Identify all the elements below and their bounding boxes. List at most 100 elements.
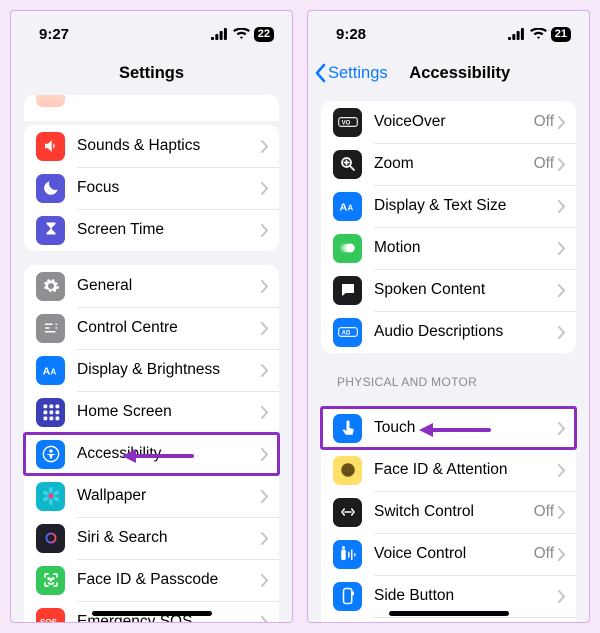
voice-icon (333, 540, 362, 569)
chevron-right-icon (558, 326, 566, 339)
vo-icon: VO (333, 108, 362, 137)
row-label: Siri & Search (65, 529, 261, 547)
row-label: Sounds & Haptics (65, 137, 261, 155)
chevron-right-icon (558, 590, 566, 603)
person-circle-icon (36, 440, 65, 469)
row-label: Display & Brightness (65, 361, 261, 379)
chevron-right-icon (261, 616, 269, 623)
settings-group: General Control Centre AA Display & Brig… (24, 265, 279, 622)
row-label: Face ID & Attention (362, 461, 558, 479)
prev-group-peek (24, 95, 279, 121)
nav-bar: Settings (11, 51, 292, 95)
row-label: Voice Control (362, 545, 534, 563)
cellular-signal-icon (508, 28, 526, 40)
row-faceidpass[interactable]: Face ID & Passcode (24, 559, 279, 601)
chevron-right-icon (261, 280, 269, 293)
row-value: Off (534, 503, 558, 521)
chevron-right-icon (261, 322, 269, 335)
row-faceatt[interactable]: Face ID & Attention (321, 449, 576, 491)
row-siri[interactable]: Siri & Search (24, 517, 279, 559)
gear-icon (36, 272, 65, 301)
motion-icon (333, 234, 362, 263)
row-label: Accessibility (65, 445, 261, 463)
clock-time: 9:28 (336, 26, 366, 43)
chevron-right-icon (261, 532, 269, 545)
chevron-right-icon (261, 448, 269, 461)
row-general[interactable]: General (24, 265, 279, 307)
wifi-icon (233, 28, 250, 40)
sliders-icon (36, 314, 65, 343)
cellular-signal-icon (211, 28, 229, 40)
row-label: Wallpaper (65, 487, 261, 505)
row-label: Focus (65, 179, 261, 197)
chevron-right-icon (558, 116, 566, 129)
scroll-area[interactable]: VO VoiceOver Off Zoom Off AA Display & T… (308, 95, 589, 622)
wifi-icon (530, 28, 547, 40)
phone-accessibility: 9:28 21 Settings Accessibility VO VoiceO… (307, 10, 590, 623)
row-label: Spoken Content (362, 281, 558, 299)
status-bar: 9:28 21 (308, 11, 589, 51)
switch-icon (333, 498, 362, 527)
row-voicecontrol[interactable]: Voice Control Off (321, 533, 576, 575)
row-controlnear[interactable]: Control Nearby Devices (321, 617, 576, 622)
row-screentime[interactable]: Screen Time (24, 209, 279, 251)
chevron-right-icon (558, 506, 566, 519)
sos-icon: SOS (36, 608, 65, 623)
row-sounds[interactable]: Sounds & Haptics (24, 125, 279, 167)
battery-level: 21 (551, 27, 571, 42)
row-touch[interactable]: Touch (321, 407, 576, 449)
row-label: Screen Time (65, 221, 261, 239)
settings-group: VO VoiceOver Off Zoom Off AA Display & T… (321, 101, 576, 353)
svg-text:A: A (340, 201, 348, 213)
row-accessibility[interactable]: Accessibility (24, 433, 279, 475)
row-label: VoiceOver (362, 113, 534, 131)
nav-bar: Settings Accessibility (308, 51, 589, 95)
row-zoom[interactable]: Zoom Off (321, 143, 576, 185)
svg-text:A: A (348, 203, 354, 212)
battery-level: 22 (254, 27, 274, 42)
chevron-right-icon (558, 242, 566, 255)
chevron-right-icon (558, 158, 566, 171)
section-header: PHYSICAL AND MOTOR (321, 353, 576, 393)
ad-icon: AD (333, 318, 362, 347)
chevron-right-icon (261, 224, 269, 237)
row-homescreen[interactable]: Home Screen (24, 391, 279, 433)
row-displaytext[interactable]: AA Display & Text Size (321, 185, 576, 227)
row-label: Touch (362, 419, 558, 437)
chevron-right-icon (261, 364, 269, 377)
chevron-right-icon (261, 490, 269, 503)
clock-time: 9:27 (39, 26, 69, 43)
bubble-icon (333, 276, 362, 305)
home-indicator (92, 611, 212, 616)
row-switchcontrol[interactable]: Switch Control Off (321, 491, 576, 533)
chevron-right-icon (261, 140, 269, 153)
row-label: Display & Text Size (362, 197, 558, 215)
row-motion[interactable]: Motion (321, 227, 576, 269)
row-display[interactable]: AA Display & Brightness (24, 349, 279, 391)
chevron-right-icon (558, 284, 566, 297)
grid-icon (36, 398, 65, 427)
siri-icon (36, 524, 65, 553)
aa-icon: AA (333, 192, 362, 221)
row-spokencontent[interactable]: Spoken Content (321, 269, 576, 311)
scroll-area[interactable]: Sounds & Haptics Focus Screen Time Gener… (11, 95, 292, 622)
row-focus[interactable]: Focus (24, 167, 279, 209)
row-voiceover[interactable]: VO VoiceOver Off (321, 101, 576, 143)
zoom-icon (333, 150, 362, 179)
flower-icon (36, 482, 65, 511)
page-title: Accessibility (409, 64, 510, 83)
hourglass-icon (36, 216, 65, 245)
back-button[interactable]: Settings (314, 63, 388, 83)
moon-icon (36, 174, 65, 203)
row-audiodesc[interactable]: AD Audio Descriptions (321, 311, 576, 353)
svg-text:SOS: SOS (40, 618, 58, 622)
row-controlcentre[interactable]: Control Centre (24, 307, 279, 349)
row-label: Control Centre (65, 319, 261, 337)
chevron-right-icon (558, 464, 566, 477)
settings-group: Sounds & Haptics Focus Screen Time (24, 125, 279, 251)
svg-text:A: A (43, 365, 51, 377)
row-wallpaper[interactable]: Wallpaper (24, 475, 279, 517)
side-icon (333, 582, 362, 611)
faceid-icon (36, 566, 65, 595)
row-value: Off (534, 155, 558, 173)
